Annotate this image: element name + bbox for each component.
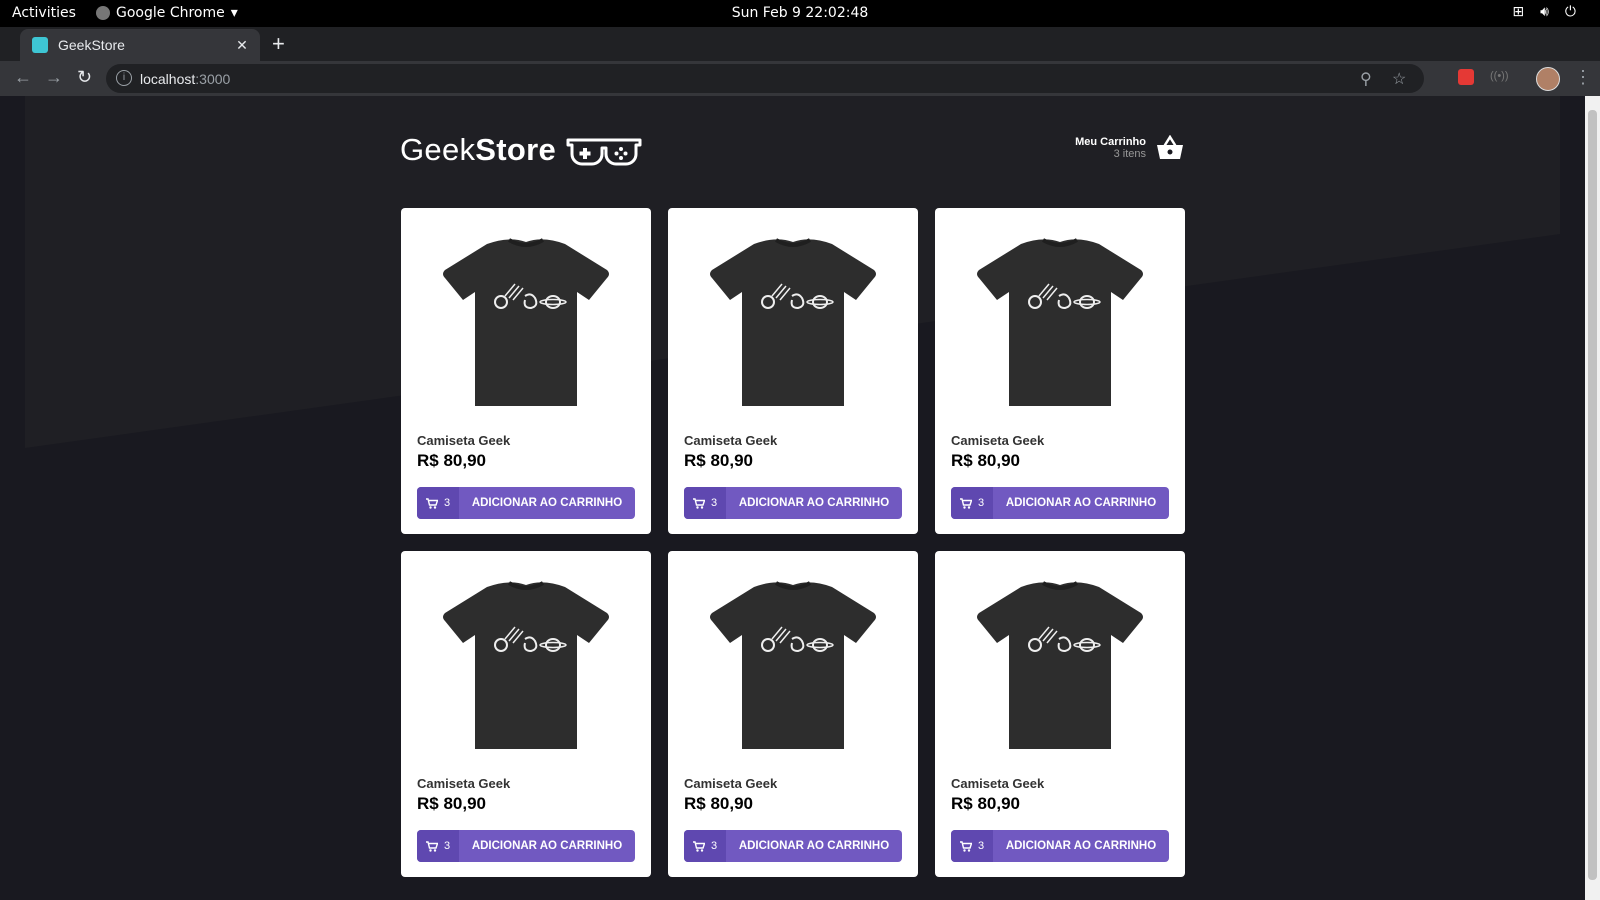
scrollbar-thumb[interactable] [1588,110,1597,880]
product-card: Camiseta Geek R$ 80,90 3 ADICIONAR AO CA… [401,551,651,877]
add-to-cart-label: ADICIONAR AO CARRINHO [1005,840,1157,852]
cart-icon [692,497,705,509]
tab-strip: GeekStore ✕ + [0,27,1600,61]
profile-avatar[interactable] [1536,67,1560,91]
add-to-cart-button[interactable]: 3 ADICIONAR AO CARRINHO [951,830,1169,862]
add-to-cart-label: ADICIONAR AO CARRINHO [471,497,623,509]
product-price: R$ 80,90 [417,794,486,813]
add-to-cart-label: ADICIONAR AO CARRINHO [738,497,890,509]
quantity-value: 3 [710,840,718,852]
product-card: Camiseta Geek R$ 80,90 3 ADICIONAR AO CA… [668,208,918,534]
cart-link[interactable]: Meu Carrinho 3 itens [1075,135,1184,161]
cart-quantity: 3 [951,830,993,862]
product-card: Camiseta Geek R$ 80,90 3 ADICIONAR AO CA… [935,208,1185,534]
network-icon[interactable]: ⊞ [1512,4,1524,20]
product-price: R$ 80,90 [684,451,753,470]
product-name: Camiseta Geek [951,433,1045,448]
product-price: R$ 80,90 [951,794,1020,813]
cart-title: Meu Carrinho [1075,136,1146,148]
system-tray[interactable]: ⊞ 🔊︎ ⏻ [1512,4,1576,20]
shopping-basket-icon [1157,135,1183,159]
url-text[interactable]: localhost:3000 [140,71,230,87]
site-info-icon[interactable]: i [116,70,132,86]
add-to-cart-button[interactable]: 3 ADICIONAR AO CARRINHO [417,487,635,519]
scrollbar[interactable] [1585,96,1600,900]
extension-cast-icon[interactable]: ((•)) [1490,70,1509,82]
address-bar[interactable]: i localhost:3000 ⚲ ☆ [106,64,1424,93]
product-name: Camiseta Geek [417,433,511,448]
product-name: Camiseta Geek [417,776,511,791]
product-image [977,238,1143,406]
reload-icon[interactable]: ↻ [77,67,92,88]
close-tab-icon[interactable]: ✕ [232,37,252,54]
cart-quantity: 3 [417,830,459,862]
product-card: Camiseta Geek R$ 80,90 3 ADICIONAR AO CA… [668,551,918,877]
add-to-cart-button[interactable]: 3 ADICIONAR AO CARRINHO [951,487,1169,519]
product-image [710,238,876,406]
back-icon[interactable]: ← [14,67,32,88]
system-top-bar: Activities Google Chrome ▾ Sun Feb 9 22:… [0,0,1600,27]
product-price: R$ 80,90 [417,451,486,470]
quantity-value: 3 [443,840,451,852]
product-image [443,581,609,749]
product-card: Camiseta Geek R$ 80,90 3 ADICIONAR AO CA… [935,551,1185,877]
product-price: R$ 80,90 [684,794,753,813]
cart-quantity: 3 [417,487,459,519]
cart-icon [692,840,705,852]
quantity-value: 3 [977,497,985,509]
react-favicon-icon [32,37,48,53]
add-to-cart-button[interactable]: 3 ADICIONAR AO CARRINHO [684,487,902,519]
add-to-cart-button[interactable]: 3 ADICIONAR AO CARRINHO [417,830,635,862]
product-list: Camiseta Geek R$ 80,90 3 ADICIONAR AO CA… [401,208,1185,877]
cart-quantity: 3 [951,487,993,519]
quantity-value: 3 [977,840,985,852]
cart-icon [959,840,972,852]
quantity-value: 3 [443,497,451,509]
forward-icon[interactable]: → [45,67,63,88]
zoom-icon[interactable]: ⚲ [1360,69,1372,89]
clock[interactable]: Sun Feb 9 22:02:48 [0,5,1600,21]
product-name: Camiseta Geek [684,433,778,448]
add-to-cart-label: ADICIONAR AO CARRINHO [738,840,890,852]
cart-quantity: 3 [684,487,726,519]
product-card: Camiseta Geek R$ 80,90 3 ADICIONAR AO CA… [401,208,651,534]
product-image [710,581,876,749]
cart-icon [425,497,438,509]
add-to-cart-button[interactable]: 3 ADICIONAR AO CARRINHO [684,830,902,862]
geek-glasses-icon [566,138,642,166]
cart-count: 3 itens [1113,148,1146,160]
extension-icon[interactable] [1458,69,1474,85]
quantity-value: 3 [710,497,718,509]
add-to-cart-label: ADICIONAR AO CARRINHO [1005,497,1157,509]
browser-menu-icon[interactable]: ⋮ [1574,67,1592,88]
volume-icon[interactable]: 🔊︎ [1540,4,1549,20]
product-image [443,238,609,406]
add-to-cart-label: ADICIONAR AO CARRINHO [471,840,623,852]
product-name: Camiseta Geek [951,776,1045,791]
new-tab-button[interactable]: + [272,31,285,57]
page-viewport: GeekStore Meu Carrinho 3 itens Camiseta … [0,96,1600,900]
product-price: R$ 80,90 [951,451,1020,470]
store-header: GeekStore Meu Carrinho 3 itens [400,132,1184,172]
cart-quantity: 3 [684,830,726,862]
browser-tab[interactable]: GeekStore ✕ [20,29,260,61]
power-icon[interactable]: ⏻ [1565,4,1576,20]
bookmark-star-icon[interactable]: ☆ [1392,69,1406,89]
product-image [977,581,1143,749]
store-logo[interactable]: GeekStore [400,132,556,168]
tab-title: GeekStore [58,37,125,53]
cart-icon [959,497,972,509]
cart-icon [425,840,438,852]
product-name: Camiseta Geek [684,776,778,791]
browser-toolbar: ← → ↻ i localhost:3000 ⚲ ☆ ((•)) ⋮ [0,61,1600,96]
